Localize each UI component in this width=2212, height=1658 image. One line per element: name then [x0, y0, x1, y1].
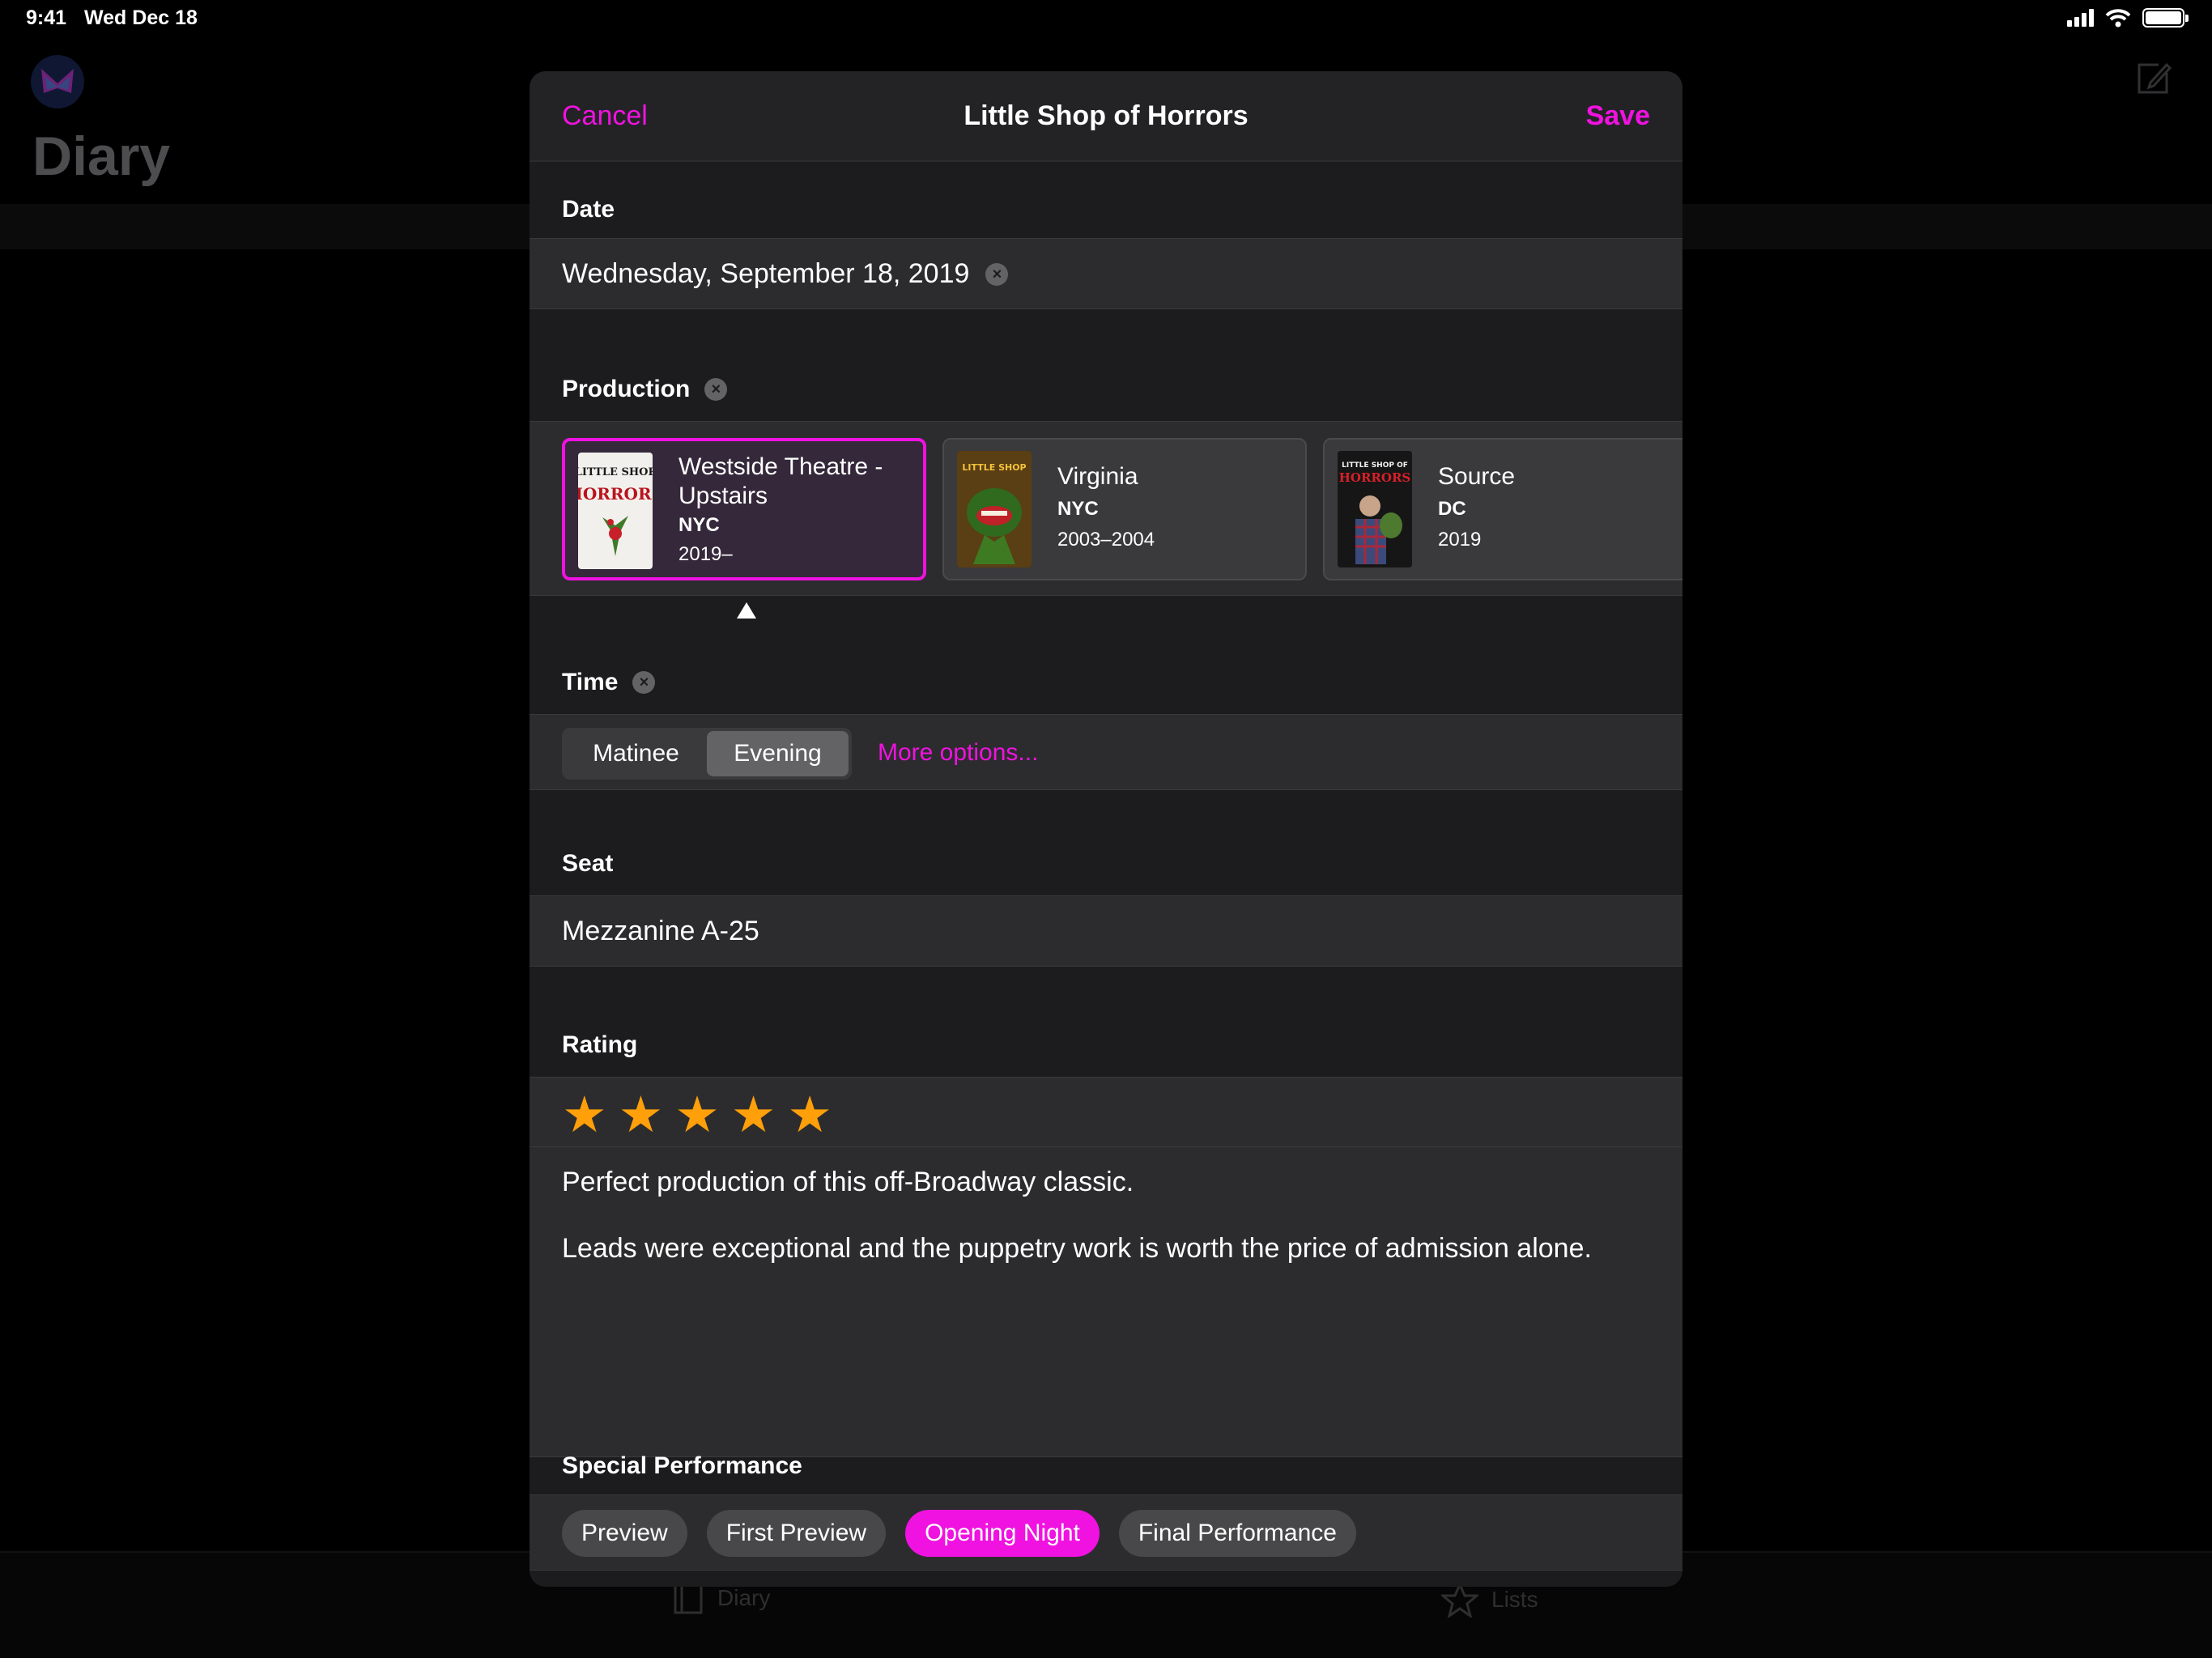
special-chip-first-preview[interactable]: First Preview	[706, 1510, 887, 1557]
cellular-signal-icon	[2067, 9, 2094, 27]
production-years: 2003–2004	[1057, 529, 1155, 551]
time-row: Matinee Evening More options...	[530, 714, 1682, 790]
rating-star-icon[interactable]: ★	[619, 1087, 664, 1144]
date-value-wrap: Wednesday, September 18, 2019 ×	[562, 258, 1009, 290]
production-card-virginia[interactable]: LITTLE SHOP Virginia NYC 2003–2004	[942, 438, 1307, 580]
more-options-link[interactable]: More options...	[878, 739, 1038, 767]
save-button[interactable]: Save	[1586, 100, 1650, 132]
seat-input[interactable]: Mezzanine A-25	[562, 916, 759, 947]
date-value: Wednesday, September 18, 2019	[562, 258, 970, 289]
poster-source-text-1: LITTLE SHOP OF	[1342, 461, 1408, 470]
clear-time-icon[interactable]: ×	[632, 671, 656, 694]
notes-line-1: Perfect production of this off-Broadway …	[562, 1167, 1134, 1197]
seat-section-label: Seat	[562, 850, 613, 878]
production-card-source[interactable]: LITTLE SHOP OF HORRORS Source DC 2019	[1323, 438, 1682, 580]
poster-westside-image: LITTLE SHOP HORRORS	[578, 453, 653, 569]
special-performance-row: Preview First Preview Opening Night Final P…	[530, 1494, 1682, 1571]
rating-star-icon[interactable]: ★	[731, 1087, 776, 1144]
production-city: NYC	[678, 514, 720, 536]
notes-line-2: Leads were exceptional and the puppetry …	[562, 1233, 1592, 1264]
special-label: Special Performance	[562, 1452, 802, 1479]
production-years: 2019–	[678, 543, 733, 565]
status-bar: 9:41 Wed Dec 18	[0, 0, 2212, 39]
production-name: Westside Theatre - Upstairs	[678, 453, 883, 509]
special-section-label: Special Performance	[562, 1452, 802, 1480]
production-card-westside[interactable]: LITTLE SHOP HORRORS Westside Theatre - U…	[562, 438, 926, 580]
production-name: Virginia	[1057, 463, 1138, 490]
production-label: Production	[562, 376, 691, 402]
production-city: DC	[1438, 498, 1466, 520]
time-section-label: Time ×	[562, 669, 656, 696]
wifi-icon	[2105, 9, 2131, 28]
poster-source-image: LITTLE SHOP OF HORRORS	[1338, 451, 1412, 568]
production-carousel[interactable]: LITTLE SHOP HORRORS Westside Theatre - U…	[530, 421, 1682, 596]
sheet-title: Little Shop of Horrors	[963, 100, 1249, 131]
poster-source-text-2: HORRORS	[1339, 470, 1411, 485]
rating-label: Rating	[562, 1031, 638, 1058]
production-name: Source	[1438, 463, 1516, 490]
time-option-matinee[interactable]: Matinee	[565, 731, 707, 776]
time-segmented-control: Matinee Evening	[562, 728, 852, 780]
selected-production-pointer	[737, 602, 756, 619]
special-chip-preview[interactable]: Preview	[562, 1510, 687, 1557]
edit-entry-sheet: Cancel Little Shop of Horrors Save Date …	[530, 71, 1682, 1587]
sheet-nav-bar: Cancel Little Shop of Horrors Save	[530, 71, 1682, 162]
special-chip-final-performance[interactable]: Final Performance	[1118, 1510, 1356, 1557]
rating-star-icon[interactable]: ★	[674, 1087, 720, 1144]
date-label: Date	[562, 196, 615, 223]
time-option-evening[interactable]: Evening	[707, 731, 849, 776]
rating-star-icon[interactable]: ★	[562, 1087, 607, 1144]
poster-virginia-text: LITTLE SHOP	[962, 462, 1026, 473]
time-label: Time	[562, 669, 619, 695]
status-icons	[2067, 8, 2189, 28]
rating-row: ★ ★ ★ ★ ★	[530, 1077, 1682, 1148]
production-section-label: Production ×	[562, 376, 728, 403]
notes-textarea[interactable]: Perfect production of this off-Broadway …	[530, 1146, 1682, 1457]
special-chip-opening-night[interactable]: Opening Night	[905, 1510, 1100, 1557]
seat-row[interactable]: Mezzanine A-25	[530, 895, 1682, 967]
production-years: 2019	[1438, 529, 1482, 551]
star-rating[interactable]: ★ ★ ★ ★ ★	[562, 1087, 832, 1144]
status-time: 9:41	[26, 6, 67, 29]
rating-star-icon[interactable]: ★	[787, 1087, 832, 1144]
seat-label: Seat	[562, 850, 614, 877]
status-date: Wed Dec 18	[84, 6, 198, 29]
rating-section-label: Rating	[562, 1031, 637, 1059]
clear-production-icon[interactable]: ×	[704, 378, 728, 401]
poster-westside-text-2: HORRORS	[578, 484, 653, 504]
date-row[interactable]: Wednesday, September 18, 2019 ×	[530, 238, 1682, 309]
poster-westside-text-1: LITTLE SHOP	[578, 466, 653, 478]
special-performance-chips: Preview First Preview Opening Night Final P…	[562, 1510, 1356, 1557]
battery-icon	[2142, 8, 2189, 28]
date-section-label: Date	[562, 196, 615, 223]
poster-virginia-image: LITTLE SHOP	[957, 451, 1032, 568]
clear-date-icon[interactable]: ×	[985, 262, 1009, 286]
production-city: NYC	[1057, 498, 1099, 520]
